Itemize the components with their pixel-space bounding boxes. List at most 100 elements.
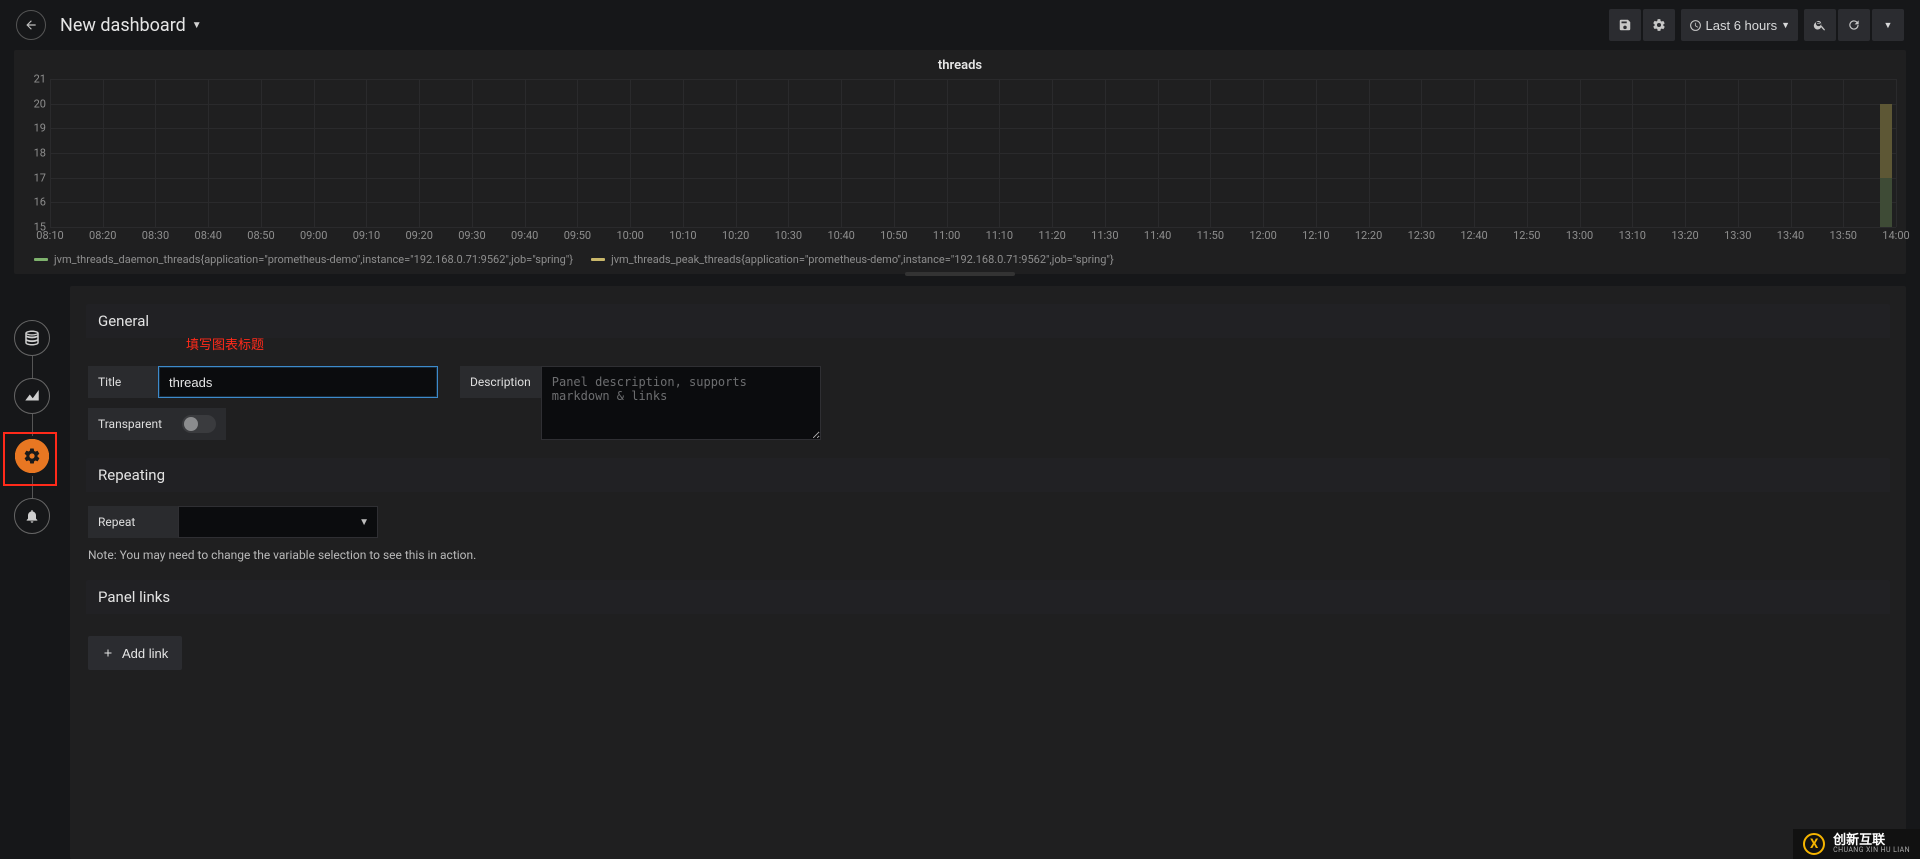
x-axis: 08:1008:2008:3008:4008:5009:0009:1009:20… xyxy=(50,227,1896,247)
section-repeating: Repeating Repeat ▼ Note: You may need to… xyxy=(86,458,1890,566)
x-tick: 13:20 xyxy=(1671,229,1698,242)
x-tick: 13:50 xyxy=(1830,229,1857,242)
back-button[interactable] xyxy=(16,10,46,40)
x-tick: 08:30 xyxy=(142,229,169,242)
panel-editor-side-rail xyxy=(12,320,52,534)
x-tick: 09:00 xyxy=(300,229,327,242)
bell-icon xyxy=(24,508,40,524)
legend-swatch xyxy=(34,258,48,261)
legend-swatch xyxy=(591,258,605,261)
clock-icon xyxy=(1689,19,1702,32)
y-axis: 15161718192021 xyxy=(24,79,48,227)
bar-daemon xyxy=(1880,178,1892,227)
legend-item[interactable]: jvm_threads_daemon_threads{application="… xyxy=(34,253,573,266)
description-label: Description xyxy=(460,366,541,398)
panel-editor-body: General 填写图表标题 Title Transparent xyxy=(70,286,1906,859)
add-link-button[interactable]: Add link xyxy=(88,636,182,670)
x-tick: 11:20 xyxy=(1038,229,1065,242)
tab-general-settings[interactable] xyxy=(12,436,52,476)
x-tick: 10:20 xyxy=(722,229,749,242)
time-range-picker[interactable]: Last 6 hours ▼ xyxy=(1681,9,1798,41)
annotation-label: 填写图表标题 xyxy=(186,334,264,353)
repeat-note: Note: You may need to change the variabl… xyxy=(88,548,1888,562)
y-tick: 19 xyxy=(34,122,46,135)
chart-title: threads xyxy=(24,56,1896,79)
x-tick: 12:20 xyxy=(1355,229,1382,242)
section-panel-links: Panel links Add link xyxy=(86,580,1890,674)
x-tick: 10:50 xyxy=(880,229,907,242)
x-tick: 12:50 xyxy=(1513,229,1540,242)
x-tick: 12:00 xyxy=(1249,229,1276,242)
chart-panel: threads 15161718192021 08:1008:2008:3008… xyxy=(14,50,1906,274)
plus-icon xyxy=(102,647,114,659)
x-tick: 13:40 xyxy=(1777,229,1804,242)
x-tick: 08:20 xyxy=(89,229,116,242)
x-tick: 12:30 xyxy=(1408,229,1435,242)
x-tick: 11:00 xyxy=(933,229,960,242)
section-heading-general: General xyxy=(86,304,1890,338)
x-tick: 11:10 xyxy=(986,229,1013,242)
x-tick: 09:30 xyxy=(458,229,485,242)
database-icon xyxy=(23,329,41,347)
x-tick: 11:30 xyxy=(1091,229,1118,242)
gear-icon xyxy=(1652,18,1666,32)
refresh-icon xyxy=(1847,18,1861,32)
x-tick: 14:00 xyxy=(1882,229,1909,242)
y-tick: 21 xyxy=(34,73,46,86)
dashboard-title-dropdown[interactable]: New dashboard ▼ xyxy=(60,15,202,36)
dashboard-settings-button[interactable] xyxy=(1643,9,1675,41)
refresh-button[interactable] xyxy=(1838,9,1870,41)
transparent-label: Transparent xyxy=(88,408,172,440)
dashboard-title: New dashboard xyxy=(60,15,186,36)
x-tick: 09:20 xyxy=(405,229,432,242)
tab-queries[interactable] xyxy=(14,320,50,356)
section-heading-panel-links: Panel links xyxy=(86,580,1890,614)
x-tick: 09:10 xyxy=(353,229,380,242)
x-tick: 11:50 xyxy=(1197,229,1224,242)
x-tick: 09:40 xyxy=(511,229,538,242)
chart-plot-area[interactable]: 15161718192021 08:1008:2008:3008:4008:50… xyxy=(24,79,1896,247)
x-tick: 10:30 xyxy=(775,229,802,242)
tab-alert[interactable] xyxy=(14,498,50,534)
caret-down-icon: ▼ xyxy=(192,20,202,31)
watermark: X 创新互联 CHUANG XIN HU LIAN xyxy=(1793,829,1920,859)
y-tick: 16 xyxy=(34,196,46,209)
description-textarea[interactable] xyxy=(541,366,821,440)
caret-down-icon: ▼ xyxy=(1781,20,1790,30)
x-tick: 12:10 xyxy=(1302,229,1329,242)
x-tick: 08:10 xyxy=(36,229,63,242)
chart-icon xyxy=(23,387,41,405)
caret-down-icon: ▼ xyxy=(1884,20,1893,30)
zoom-out-button[interactable] xyxy=(1804,9,1836,41)
zoom-out-icon xyxy=(1813,18,1827,32)
y-tick: 18 xyxy=(34,147,46,160)
x-tick: 10:40 xyxy=(827,229,854,242)
save-icon xyxy=(1618,18,1632,32)
repeat-label: Repeat xyxy=(88,506,178,538)
legend-label: jvm_threads_daemon_threads{application="… xyxy=(54,253,573,266)
y-tick: 20 xyxy=(34,97,46,110)
title-input[interactable] xyxy=(158,366,438,398)
legend-item[interactable]: jvm_threads_peak_threads{application="pr… xyxy=(591,253,1114,266)
scroll-hint xyxy=(905,272,1015,276)
x-tick: 12:40 xyxy=(1460,229,1487,242)
x-tick: 13:10 xyxy=(1619,229,1646,242)
tab-visualization[interactable] xyxy=(14,378,50,414)
legend-label: jvm_threads_peak_threads{application="pr… xyxy=(611,253,1114,266)
chart-legend: jvm_threads_daemon_threads{application="… xyxy=(24,247,1896,266)
transparent-toggle[interactable] xyxy=(182,415,216,433)
time-range-label: Last 6 hours xyxy=(1706,18,1778,33)
x-tick: 13:30 xyxy=(1724,229,1751,242)
x-tick: 11:40 xyxy=(1144,229,1171,242)
section-general: General 填写图表标题 Title Transparent xyxy=(86,304,1890,444)
section-heading-repeating: Repeating xyxy=(86,458,1890,492)
y-tick: 17 xyxy=(34,171,46,184)
refresh-interval-dropdown[interactable]: ▼ xyxy=(1872,9,1904,41)
x-tick: 09:50 xyxy=(564,229,591,242)
arrow-left-icon xyxy=(24,18,38,32)
top-bar: New dashboard ▼ Last 6 hours ▼ ▼ xyxy=(0,0,1920,50)
top-right-controls: Last 6 hours ▼ ▼ xyxy=(1609,9,1904,41)
repeat-select[interactable]: ▼ xyxy=(178,506,378,538)
x-tick: 10:00 xyxy=(616,229,643,242)
save-dashboard-button[interactable] xyxy=(1609,9,1641,41)
